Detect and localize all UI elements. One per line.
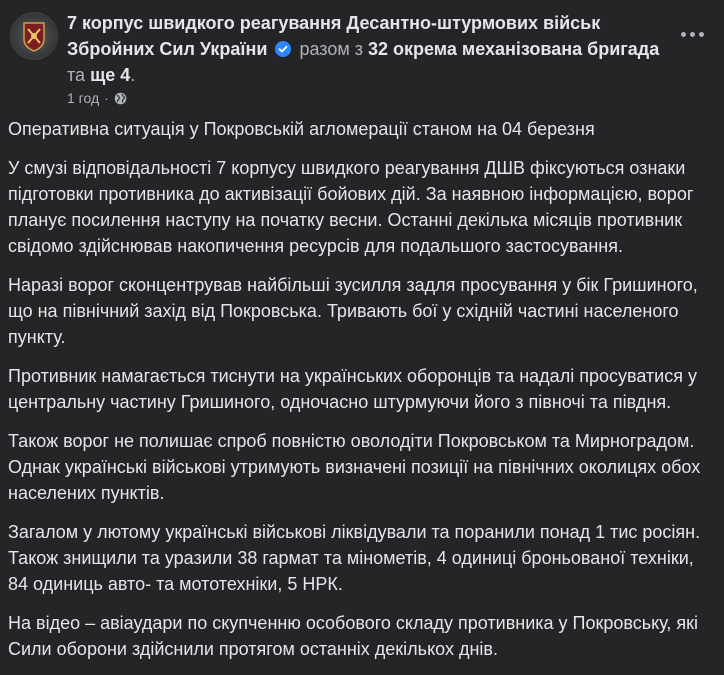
post-meta: 1 год · [67, 90, 127, 106]
post-timestamp[interactable]: 1 год [67, 90, 99, 106]
and-text: та [67, 65, 86, 85]
post-author-line: 7 корпус швидкого реагування Десантно-шт… [67, 10, 667, 88]
more-coauthors-link[interactable]: ще 4 [90, 65, 130, 85]
post-paragraph: Наразі ворог сконцентрував найбільші зус… [8, 275, 698, 347]
meta-separator: · [104, 90, 109, 106]
post-paragraph: Загалом у лютому українські військові лі… [8, 522, 701, 594]
period-text: . [130, 65, 136, 85]
post-paragraph: У смузі відповідальності 7 корпусу швидк… [8, 158, 694, 256]
more-dot [689, 31, 695, 37]
with-text: разом з [299, 39, 363, 59]
post-header: 7 корпус швидкого реагування Десантно-шт… [10, 10, 714, 110]
post-paragraph: Противник намагається тиснути на українс… [8, 366, 697, 412]
more-options-icon[interactable] [674, 24, 710, 44]
post-paragraph: Оперативна ситуація у Покровській агломе… [8, 119, 595, 139]
globe-icon[interactable] [114, 92, 127, 105]
post-card: 7 корпус швидкого реагування Десантно-шт… [0, 0, 724, 672]
post-paragraph: На відео – авіаудари по скупченню особов… [8, 613, 699, 659]
post-body: Оперативна ситуація у Покровській агломе… [8, 116, 716, 675]
more-dot [698, 31, 704, 37]
verified-badge-icon [275, 41, 292, 57]
post-paragraph: Також ворог не полишає спроб повністю ов… [8, 431, 701, 503]
coauthor-link[interactable]: 32 окрема механізована бригада [368, 39, 659, 59]
unit-emblem-icon[interactable] [10, 12, 58, 60]
more-dot [680, 31, 686, 37]
